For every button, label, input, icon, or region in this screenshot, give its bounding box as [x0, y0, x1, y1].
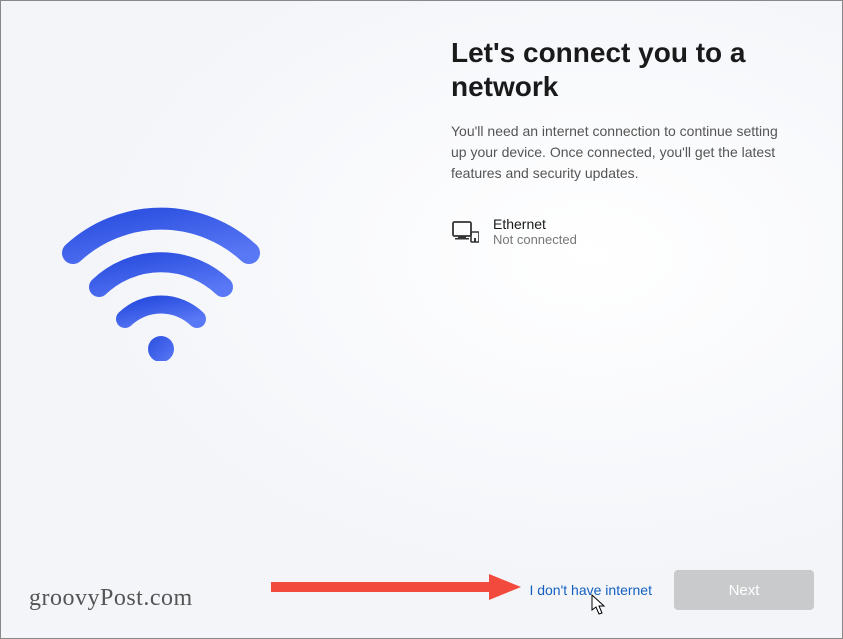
network-item-ethernet[interactable]: Ethernet Not connected — [451, 212, 781, 251]
no-internet-link[interactable]: I don't have internet — [529, 582, 652, 598]
next-button[interactable]: Next — [674, 570, 814, 610]
watermark: groovyPost.com — [29, 585, 193, 612]
hero-illustration — [61, 201, 361, 366]
content-panel: Let's connect you to a network You'll ne… — [451, 36, 781, 251]
wifi-icon — [61, 201, 261, 361]
network-name: Ethernet — [493, 216, 577, 232]
page-subtitle: You'll need an internet connection to co… — [451, 121, 781, 184]
page-title: Let's connect you to a network — [451, 36, 781, 103]
ethernet-icon — [451, 218, 479, 246]
network-status: Not connected — [493, 232, 577, 247]
oobe-network-screen: Let's connect you to a network You'll ne… — [0, 0, 843, 639]
